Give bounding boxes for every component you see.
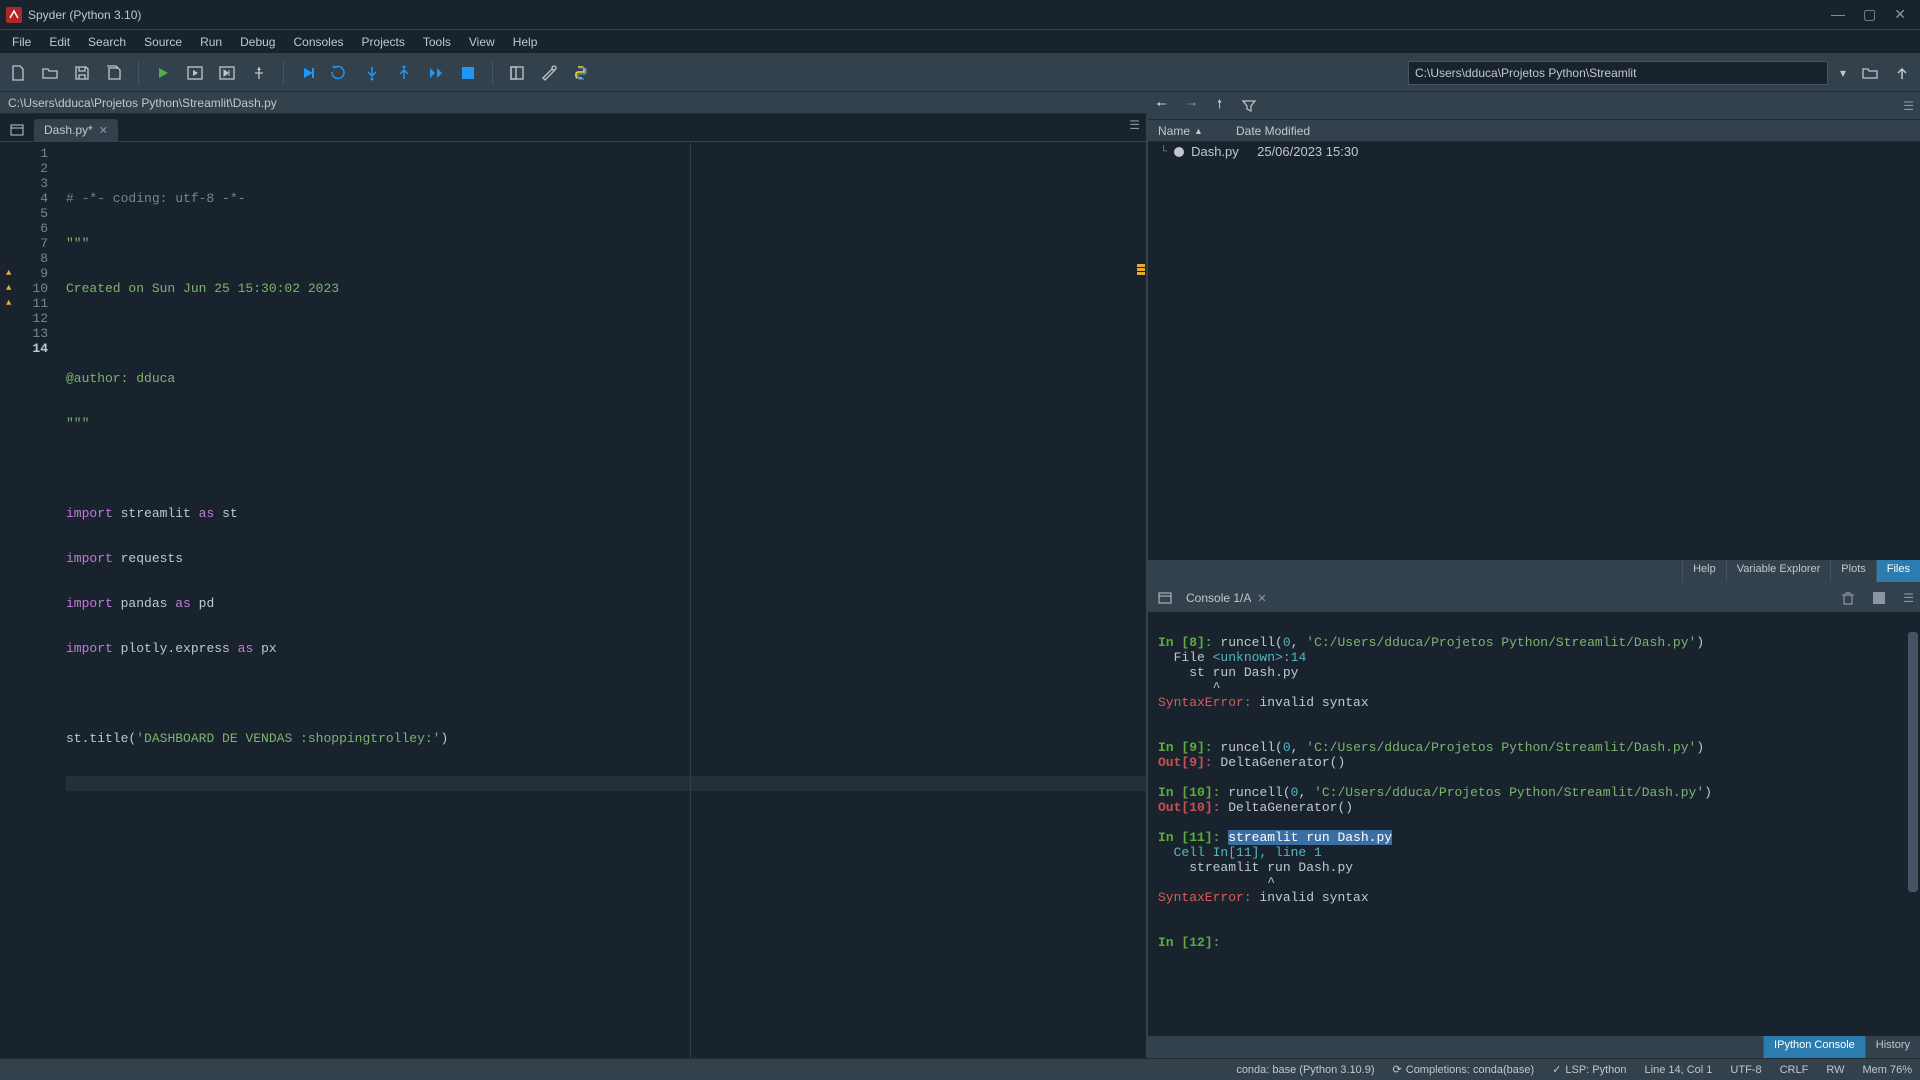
editor-pane: C:\Users\dduca\Projetos Python\Streamlit… (0, 92, 1148, 1058)
editor-tabbar: Dash.py* ✕ ☰ (0, 114, 1146, 142)
status-lsp[interactable]: ✓LSP: Python (1552, 1063, 1626, 1076)
save-all-icon[interactable] (102, 61, 126, 85)
file-explorer-header: Name▲ Date Modified (1148, 120, 1920, 142)
status-encoding[interactable]: UTF-8 (1730, 1064, 1761, 1076)
run-selection-icon[interactable] (247, 61, 271, 85)
interrupt-kernel-icon[interactable] (1873, 592, 1885, 604)
run-cell-advance-icon[interactable] (215, 61, 239, 85)
console-options-icon[interactable]: ☰ (1903, 591, 1914, 605)
menu-run[interactable]: Run (192, 33, 230, 51)
tab-plots[interactable]: Plots (1830, 560, 1875, 582)
status-eol[interactable]: CRLF (1780, 1064, 1809, 1076)
tab-browse-icon[interactable] (6, 119, 28, 141)
nav-forward-icon[interactable]: 🠖 (1187, 95, 1198, 116)
minimap-markers (1136, 142, 1146, 1058)
warning-icon (6, 268, 16, 278)
save-file-icon[interactable] (70, 61, 94, 85)
gutter: 1 2 3 4 5 6 7 8 9 10 11 12 13 14 (0, 142, 58, 1058)
debug-step-in-icon[interactable] (360, 61, 384, 85)
statusbar: conda: base (Python 3.10.9) ⟳Completions… (0, 1058, 1920, 1080)
working-dir-input[interactable] (1408, 61, 1828, 85)
browse-dir-icon[interactable] (1858, 61, 1882, 85)
col-name[interactable]: Name▲ (1148, 124, 1226, 138)
debug-step-icon[interactable] (328, 61, 352, 85)
menu-projects[interactable]: Projects (354, 33, 413, 51)
menu-source[interactable]: Source (136, 33, 190, 51)
python-file-icon (1173, 146, 1185, 158)
debug-continue-icon[interactable] (424, 61, 448, 85)
debug-stop-icon[interactable] (456, 61, 480, 85)
spyder-logo-icon (6, 7, 22, 23)
status-rw: RW (1826, 1064, 1844, 1076)
editor-options-icon[interactable]: ☰ (1129, 118, 1140, 132)
menu-help[interactable]: Help (505, 33, 546, 51)
status-mem: Mem 76% (1862, 1064, 1912, 1076)
filter-icon[interactable] (1242, 99, 1256, 113)
maximize-pane-icon[interactable] (505, 61, 529, 85)
tab-label: Dash.py* (44, 123, 93, 137)
console-bottom-tabs: IPython Console History (1148, 1036, 1920, 1058)
console-browse-icon[interactable] (1154, 587, 1176, 609)
file-explorer-body[interactable]: └ Dash.py 25/06/2023 15:30 (1148, 142, 1920, 560)
debug-step-out-icon[interactable] (392, 61, 416, 85)
nav-up-icon[interactable]: 🠕 (1217, 95, 1222, 116)
clear-console-icon[interactable] (1841, 591, 1855, 605)
menubar: File Edit Search Source Run Debug Consol… (0, 30, 1920, 54)
warning-icon (6, 283, 16, 293)
menu-file[interactable]: File (4, 33, 39, 51)
column-ruler (690, 142, 691, 1058)
tab-help[interactable]: Help (1682, 560, 1726, 582)
window-title: Spyder (Python 3.10) (28, 8, 1831, 22)
menu-view[interactable]: View (461, 33, 503, 51)
side-tabs: Help Variable Explorer Plots Files (1148, 560, 1920, 582)
minimize-button[interactable]: — (1831, 6, 1845, 23)
tab-ipython-console[interactable]: IPython Console (1763, 1036, 1865, 1058)
tab-variable-explorer[interactable]: Variable Explorer (1726, 560, 1831, 582)
run-file-icon[interactable] (151, 61, 175, 85)
breadcrumb: C:\Users\dduca\Projetos Python\Streamlit… (0, 92, 1146, 114)
tab-dash-py[interactable]: Dash.py* ✕ (34, 119, 118, 141)
debug-icon[interactable] (296, 61, 320, 85)
new-file-icon[interactable] (6, 61, 30, 85)
col-date[interactable]: Date Modified (1226, 124, 1320, 138)
file-date: 25/06/2023 15:30 (1257, 144, 1358, 159)
code-area[interactable]: # -*- coding: utf-8 -*- """ Created on S… (58, 142, 1146, 1058)
maximize-button[interactable]: ▢ (1863, 6, 1876, 23)
tab-close-icon[interactable]: ✕ (99, 124, 108, 137)
code-editor[interactable]: 1 2 3 4 5 6 7 8 9 10 11 12 13 14 # -*- c… (0, 142, 1146, 1058)
menu-edit[interactable]: Edit (41, 33, 78, 51)
menu-consoles[interactable]: Consoles (285, 33, 351, 51)
nav-back-icon[interactable]: 🠔 (1156, 95, 1167, 116)
menu-debug[interactable]: Debug (232, 33, 283, 51)
toolbar: ▾ (0, 54, 1920, 92)
status-env[interactable]: conda: base (Python 3.10.9) (1236, 1064, 1374, 1076)
console-pane: Console 1/A ✕ ☰ In [8]: runcell(0, 'C:/U… (1148, 582, 1920, 1058)
close-button[interactable]: ✕ (1894, 6, 1906, 23)
file-explorer-toolbar: 🠔 🠖 🠕 ☰ (1148, 92, 1920, 120)
status-cursor-pos: Line 14, Col 1 (1645, 1064, 1713, 1076)
path-dropdown-icon[interactable]: ▾ (1836, 61, 1850, 85)
warning-icon (6, 298, 16, 308)
run-cell-icon[interactable] (183, 61, 207, 85)
console-output[interactable]: In [8]: runcell(0, 'C:/Users/dduca/Proje… (1148, 612, 1920, 1036)
parent-dir-icon[interactable] (1890, 61, 1914, 85)
status-completions[interactable]: ⟳Completions: conda(base) (1393, 1063, 1535, 1076)
tab-history[interactable]: History (1865, 1036, 1920, 1058)
titlebar: Spyder (Python 3.10) — ▢ ✕ (0, 0, 1920, 30)
preferences-icon[interactable] (537, 61, 561, 85)
console-toolbar: Console 1/A ✕ ☰ (1148, 584, 1920, 612)
tab-files[interactable]: Files (1876, 560, 1920, 582)
right-pane: 🠔 🠖 🠕 ☰ Name▲ Date Modified └ Dash.py 25… (1148, 92, 1920, 1058)
python-path-icon[interactable] (569, 61, 593, 85)
fe-options-icon[interactable]: ☰ (1903, 99, 1914, 113)
open-file-icon[interactable] (38, 61, 62, 85)
file-row[interactable]: └ Dash.py 25/06/2023 15:30 (1148, 142, 1920, 161)
console-scrollbar[interactable] (1906, 612, 1920, 1036)
console-tab[interactable]: Console 1/A ✕ (1176, 587, 1277, 609)
menu-tools[interactable]: Tools (415, 33, 459, 51)
menu-search[interactable]: Search (80, 33, 134, 51)
console-tab-close-icon[interactable]: ✕ (1257, 592, 1266, 605)
